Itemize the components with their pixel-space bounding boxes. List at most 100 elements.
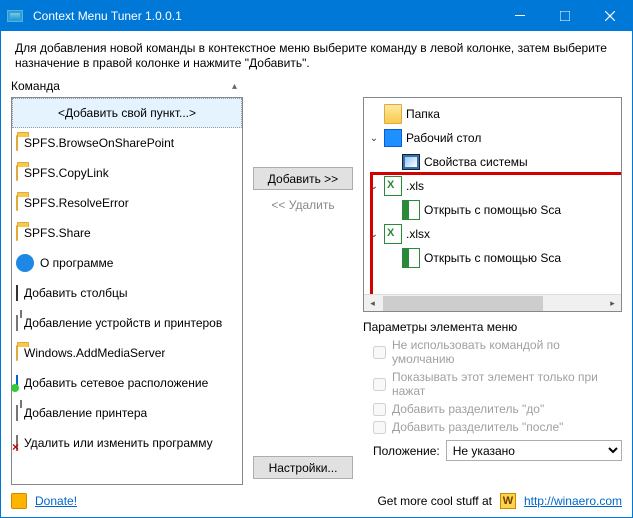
main-body: Команда ▴ <Добавить свой пункт...> SPFS.B…: [1, 77, 632, 489]
chevron-down-icon[interactable]: ⌄: [368, 181, 380, 192]
command-item-label: SPFS.BrowseOnSharePoint: [24, 136, 174, 150]
info-icon: [16, 254, 34, 272]
command-item-label: Удалить или изменить программу: [24, 436, 213, 450]
folder-icon: [16, 196, 18, 210]
folder-icon: [16, 226, 18, 240]
command-item-label: SPFS.Share: [24, 226, 91, 240]
scroll-right-icon[interactable]: ▸: [604, 295, 621, 312]
params-header: Параметры элемента меню: [363, 318, 622, 336]
tree-node[interactable]: ⌄ .xls: [368, 174, 621, 198]
command-item-label: <Добавить свой пункт...>: [58, 106, 196, 120]
tree-node[interactable]: Папка: [368, 102, 621, 126]
settings-button[interactable]: Настройки...: [253, 456, 353, 479]
target-tree[interactable]: Папка⌄Рабочий столСвойства системы⌄.xlsО…: [364, 102, 621, 270]
right-column: Папка⌄Рабочий столСвойства системы⌄.xlsО…: [363, 77, 622, 485]
tree-node-label: Свойства системы: [424, 155, 528, 169]
window-title: Context Menu Tuner 1.0.0.1: [29, 9, 497, 23]
command-item[interactable]: <Добавить свой пункт...>: [12, 98, 242, 128]
donate-link[interactable]: Donate!: [35, 494, 77, 508]
command-item[interactable]: Windows.AddMediaServer: [12, 338, 242, 368]
chevron-down-icon[interactable]: ⌄: [368, 229, 380, 240]
printer-icon: [16, 406, 18, 420]
printer-icon: [16, 316, 18, 330]
command-item[interactable]: Добавить сетевое расположение: [12, 368, 242, 398]
scalc-icon: [402, 249, 420, 267]
opt-sep-before-checkbox: [373, 403, 386, 416]
opt-no-default-checkbox: [373, 346, 386, 359]
position-label: Положение:: [373, 444, 440, 458]
chevron-down-icon[interactable]: ⌄: [368, 133, 380, 144]
opt-sep-before: Добавить разделитель "до": [363, 400, 622, 418]
tree-node[interactable]: ⌄ .xlsx: [368, 222, 621, 246]
opt-show-on-press: Показывать этот элемент только при нажат: [363, 368, 622, 400]
add-button[interactable]: Добавить >>: [253, 167, 353, 190]
titlebar: Context Menu Tuner 1.0.0.1: [1, 1, 632, 31]
opt-sep-after-checkbox: [373, 421, 386, 434]
command-item-label: Windows.AddMediaServer: [24, 346, 165, 360]
command-item-label: SPFS.CopyLink: [24, 166, 109, 180]
command-item[interactable]: Добавление устройств и принтеров: [12, 308, 242, 338]
close-button[interactable]: [587, 1, 632, 31]
scroll-left-icon[interactable]: ◂: [364, 295, 381, 312]
command-item-label: Добавление устройств и принтеров: [24, 316, 222, 330]
command-item[interactable]: Добавление принтера: [12, 398, 242, 428]
position-row: Положение: Не указано: [363, 438, 622, 463]
command-item[interactable]: SPFS.CopyLink: [12, 158, 242, 188]
horizontal-scrollbar[interactable]: ◂ ▸: [364, 294, 621, 311]
opt-no-default: Не использовать командой по умолчанию: [363, 336, 622, 368]
tree-node-label: .xls: [406, 179, 424, 193]
tree-node-label: .xlsx: [406, 227, 430, 241]
command-item[interactable]: Добавить столбцы: [12, 278, 242, 308]
command-item[interactable]: SPFS.ResolveError: [12, 188, 242, 218]
command-item-label: SPFS.ResolveError: [24, 196, 129, 210]
middle-column: Добавить >> << Удалить Настройки...: [251, 77, 355, 485]
tree-node-label: Папка: [406, 107, 440, 121]
tree-node-label: Открыть с помощью Sca: [424, 251, 561, 265]
desktop-icon: [384, 129, 402, 147]
left-column-header[interactable]: Команда ▴: [11, 77, 243, 97]
sort-indicator-icon: ▴: [232, 81, 237, 92]
remove-button[interactable]: << Удалить: [271, 198, 334, 212]
command-list[interactable]: <Добавить свой пункт...> SPFS.BrowseOnSha…: [11, 97, 243, 485]
monitor-icon: [402, 153, 420, 171]
scalc-icon: [402, 201, 420, 219]
command-item-label: О программе: [40, 256, 113, 270]
command-item[interactable]: О программе: [12, 248, 242, 278]
promo-text: Get more cool stuff at: [377, 494, 492, 508]
footer: Donate! Get more cool stuff at W http://…: [1, 489, 632, 517]
command-item[interactable]: SPFS.Share: [12, 218, 242, 248]
command-item-label: Добавление принтера: [24, 406, 147, 420]
tree-node[interactable]: Открыть с помощью Sca: [386, 198, 621, 222]
opt-show-on-press-checkbox: [373, 378, 386, 391]
folder-icon: [16, 346, 18, 360]
del-icon: [16, 436, 18, 450]
command-item[interactable]: Удалить или изменить программу: [12, 428, 242, 458]
folder-icon: [16, 166, 18, 180]
winaero-link[interactable]: http://winaero.com: [524, 494, 622, 508]
tree-node-label: Открыть с помощью Sca: [424, 203, 561, 217]
command-item[interactable]: SPFS.BrowseOnSharePoint: [12, 128, 242, 158]
left-header-label: Команда: [11, 79, 60, 93]
tree-node[interactable]: Свойства системы: [386, 150, 621, 174]
columns-icon: [16, 286, 18, 300]
menu-item-params: Параметры элемента меню Не использовать …: [363, 318, 622, 463]
folder-icon: [16, 136, 18, 150]
minimize-button[interactable]: [497, 1, 542, 31]
command-item-label: Добавить сетевое расположение: [24, 376, 208, 390]
maximize-button[interactable]: [542, 1, 587, 31]
excel-icon: [384, 177, 402, 195]
left-column: Команда ▴ <Добавить свой пункт...> SPFS.B…: [11, 77, 243, 485]
donate-icon: [11, 493, 27, 509]
scroll-thumb[interactable]: [383, 296, 543, 311]
right-column-header: [363, 77, 622, 97]
app-icon: [1, 10, 29, 22]
folderbig-icon: [384, 105, 402, 123]
net-icon: [16, 376, 18, 390]
tree-node[interactable]: Открыть с помощью Sca: [386, 246, 621, 270]
tree-node[interactable]: ⌄ Рабочий стол: [368, 126, 621, 150]
target-tree-container: Папка⌄Рабочий столСвойства системы⌄.xlsО…: [363, 97, 622, 312]
position-select[interactable]: Не указано: [446, 440, 622, 461]
excel-icon: [384, 225, 402, 243]
instruction-text: Для добавления новой команды в контекстн…: [1, 31, 632, 77]
tree-node-label: Рабочий стол: [406, 131, 481, 145]
